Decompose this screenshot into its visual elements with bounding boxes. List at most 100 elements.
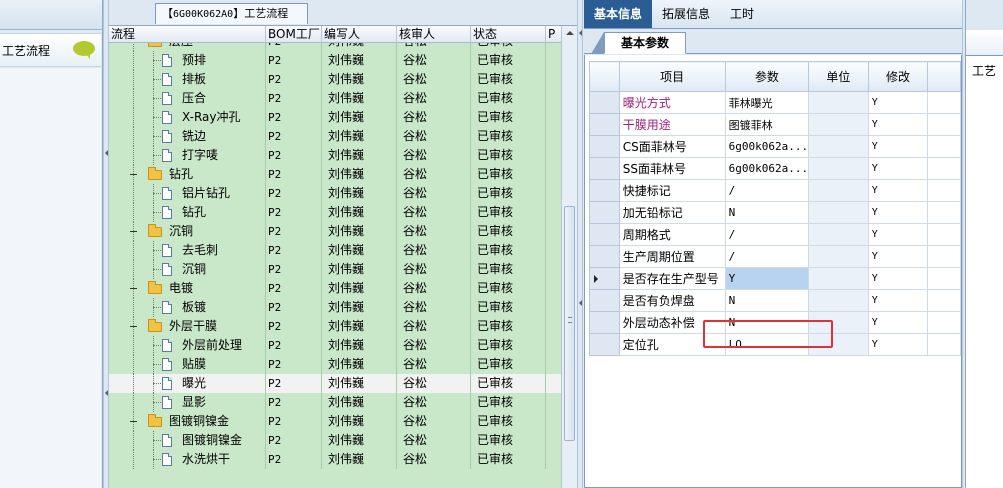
param-value-cell[interactable]: / bbox=[724, 179, 810, 202]
param-row[interactable]: 干膜用途 图镀菲林 Y bbox=[589, 113, 961, 136]
collapse-left-icon[interactable] bbox=[105, 150, 108, 156]
param-unit-cell[interactable] bbox=[808, 113, 869, 136]
row-indicator[interactable] bbox=[589, 91, 620, 114]
param-value-cell[interactable]: Y bbox=[724, 267, 810, 290]
tree-node[interactable]: 排板 bbox=[109, 70, 266, 89]
tree-node[interactable]: X-Ray冲孔 bbox=[109, 108, 266, 127]
param-row[interactable]: 周期格式 / Y bbox=[589, 223, 961, 246]
table-row[interactable]: 显影 P2 刘伟巍 谷松 已审核 bbox=[109, 393, 571, 412]
collapse-left-icon[interactable] bbox=[105, 390, 108, 396]
column-header-p[interactable]: P bbox=[546, 26, 562, 43]
table-row[interactable]: 钻孔 P2 刘伟巍 谷松 已审核 bbox=[109, 203, 571, 222]
column-header-unit[interactable]: 单位 bbox=[808, 61, 869, 92]
table-row[interactable]: 沉铜 P2 刘伟巍 谷松 已审核 bbox=[109, 260, 571, 279]
collapse-right-icon[interactable] bbox=[579, 30, 582, 36]
param-unit-cell[interactable] bbox=[808, 201, 869, 224]
tree-node[interactable]: 外层干膜 bbox=[109, 317, 266, 336]
column-header-reviewer[interactable]: 核审人 bbox=[397, 26, 471, 43]
vertical-scrollbar[interactable] bbox=[561, 26, 577, 488]
param-modify-cell[interactable]: Y bbox=[867, 333, 929, 356]
param-modify-cell[interactable]: Y bbox=[867, 223, 929, 246]
document-tab[interactable]: 【6G00K062A0】工艺流程 bbox=[155, 3, 308, 24]
scroll-up-icon[interactable] bbox=[566, 31, 574, 35]
param-modify-cell[interactable]: Y bbox=[867, 201, 929, 224]
tree-node[interactable]: 图镀铜镍金 bbox=[109, 431, 266, 450]
row-indicator[interactable] bbox=[589, 289, 620, 312]
param-row[interactable]: SS面菲林号 6g00k062a... Y bbox=[589, 157, 961, 180]
table-row[interactable]: 水洗烘干 P2 刘伟巍 谷松 已审核 bbox=[109, 450, 571, 469]
table-row[interactable]: 铣边 P2 刘伟巍 谷松 已审核 bbox=[109, 127, 571, 146]
table-row[interactable]: X-Ray冲孔 P2 刘伟巍 谷松 已审核 bbox=[109, 108, 571, 127]
row-indicator[interactable] bbox=[589, 113, 620, 136]
param-value-cell[interactable]: 菲林曝光 bbox=[724, 91, 810, 114]
param-value-cell[interactable]: 6g00k062a... bbox=[724, 157, 810, 180]
tree-node[interactable]: 钻孔 bbox=[109, 165, 266, 184]
collapse-icon[interactable] bbox=[130, 228, 137, 235]
tree-node[interactable]: 预排 bbox=[109, 51, 266, 70]
nav-item-process-flow[interactable]: 工艺流程 bbox=[0, 33, 101, 67]
scrollbar-thumb[interactable] bbox=[564, 206, 575, 441]
param-unit-cell[interactable] bbox=[808, 245, 869, 268]
table-row[interactable]: 预排 P2 刘伟巍 谷松 已审核 bbox=[109, 51, 571, 70]
tree-node[interactable]: 板镀 bbox=[109, 298, 266, 317]
table-row[interactable]: 排板 P2 刘伟巍 谷松 已审核 bbox=[109, 70, 571, 89]
table-row[interactable]: 图镀铜镍金 P2 刘伟巍 谷松 已审核 bbox=[109, 431, 571, 450]
table-row[interactable]: 外层干膜 P2 刘伟巍 谷松 已审核 bbox=[109, 317, 571, 336]
param-row[interactable]: 快捷标记 / Y bbox=[589, 179, 961, 202]
tree-node[interactable]: 铝片钻孔 bbox=[109, 184, 266, 203]
tree-node[interactable]: 沉铜 bbox=[109, 222, 266, 241]
table-row[interactable]: 图镀铜镍金 P2 刘伟巍 谷松 已审核 bbox=[109, 412, 571, 431]
tree-node[interactable]: 钻孔 bbox=[109, 203, 266, 222]
param-modify-cell[interactable]: Y bbox=[867, 157, 929, 180]
param-value-cell[interactable]: / bbox=[724, 245, 810, 268]
tree-node[interactable]: 图镀铜镍金 bbox=[109, 412, 266, 431]
param-unit-cell[interactable] bbox=[808, 223, 869, 246]
collapse-icon[interactable] bbox=[130, 171, 137, 178]
collapse-icon[interactable] bbox=[130, 323, 137, 330]
table-row[interactable]: 打字唛 P2 刘伟巍 谷松 已审核 bbox=[109, 146, 571, 165]
column-header-flow[interactable]: 流程 bbox=[109, 26, 266, 43]
row-indicator[interactable] bbox=[589, 179, 620, 202]
collapse-icon[interactable] bbox=[130, 285, 137, 292]
tree-node[interactable]: 沉铜 bbox=[109, 260, 266, 279]
row-indicator[interactable] bbox=[589, 267, 620, 290]
param-modify-cell[interactable]: Y bbox=[867, 135, 929, 158]
row-indicator[interactable] bbox=[589, 333, 620, 356]
param-value-cell[interactable]: 图镀菲林 bbox=[724, 113, 810, 136]
column-header-modify[interactable]: 修改 bbox=[867, 61, 929, 92]
tab-basic-info[interactable]: 基本信息 bbox=[584, 0, 653, 28]
param-modify-cell[interactable]: Y bbox=[867, 245, 929, 268]
tree-node[interactable]: 铣边 bbox=[109, 127, 266, 146]
param-modify-cell[interactable]: Y bbox=[867, 311, 929, 334]
table-row[interactable]: 外层前处理 P2 刘伟巍 谷松 已审核 bbox=[109, 336, 571, 355]
tree-node[interactable]: 电镀 bbox=[109, 279, 266, 298]
tree-node[interactable]: 曝光 bbox=[109, 374, 266, 393]
row-indicator[interactable] bbox=[589, 201, 620, 224]
param-value-cell[interactable]: N bbox=[724, 289, 810, 312]
column-header-param[interactable]: 参数 bbox=[724, 61, 810, 92]
collapse-icon[interactable] bbox=[130, 418, 137, 425]
tree-node[interactable]: 去毛刺 bbox=[109, 241, 266, 260]
tree-node[interactable]: 贴膜 bbox=[109, 355, 266, 374]
table-row[interactable]: 沉铜 P2 刘伟巍 谷松 已审核 bbox=[109, 222, 571, 241]
param-row[interactable]: 加无铅标记 N Y bbox=[589, 201, 961, 224]
tab-basic-params[interactable]: 基本参数 bbox=[591, 32, 686, 54]
column-header-writer[interactable]: 编写人 bbox=[322, 26, 397, 43]
row-indicator[interactable] bbox=[589, 223, 620, 246]
param-value-cell[interactable]: 6g00k062a... bbox=[724, 135, 810, 158]
tree-node[interactable]: 水洗烘干 bbox=[109, 450, 266, 469]
table-row[interactable]: 电镀 P2 刘伟巍 谷松 已审核 bbox=[109, 279, 571, 298]
param-unit-cell[interactable] bbox=[808, 179, 869, 202]
table-row[interactable]: 去毛刺 P2 刘伟巍 谷松 已审核 bbox=[109, 241, 571, 260]
right-splitter[interactable] bbox=[577, 0, 583, 488]
far-right-tab[interactable] bbox=[966, 30, 1003, 56]
param-unit-cell[interactable] bbox=[808, 91, 869, 114]
param-value-cell[interactable]: N bbox=[724, 201, 810, 224]
tree-node[interactable]: 压合 bbox=[109, 89, 266, 108]
column-header-status[interactable]: 状态 bbox=[471, 26, 546, 43]
tab-labor-hours[interactable]: 工时 bbox=[720, 0, 764, 28]
param-unit-cell[interactable] bbox=[808, 157, 869, 180]
param-unit-cell[interactable] bbox=[808, 267, 869, 290]
row-indicator[interactable] bbox=[589, 245, 620, 268]
column-header-bom[interactable]: BOM工厂 bbox=[266, 26, 322, 43]
